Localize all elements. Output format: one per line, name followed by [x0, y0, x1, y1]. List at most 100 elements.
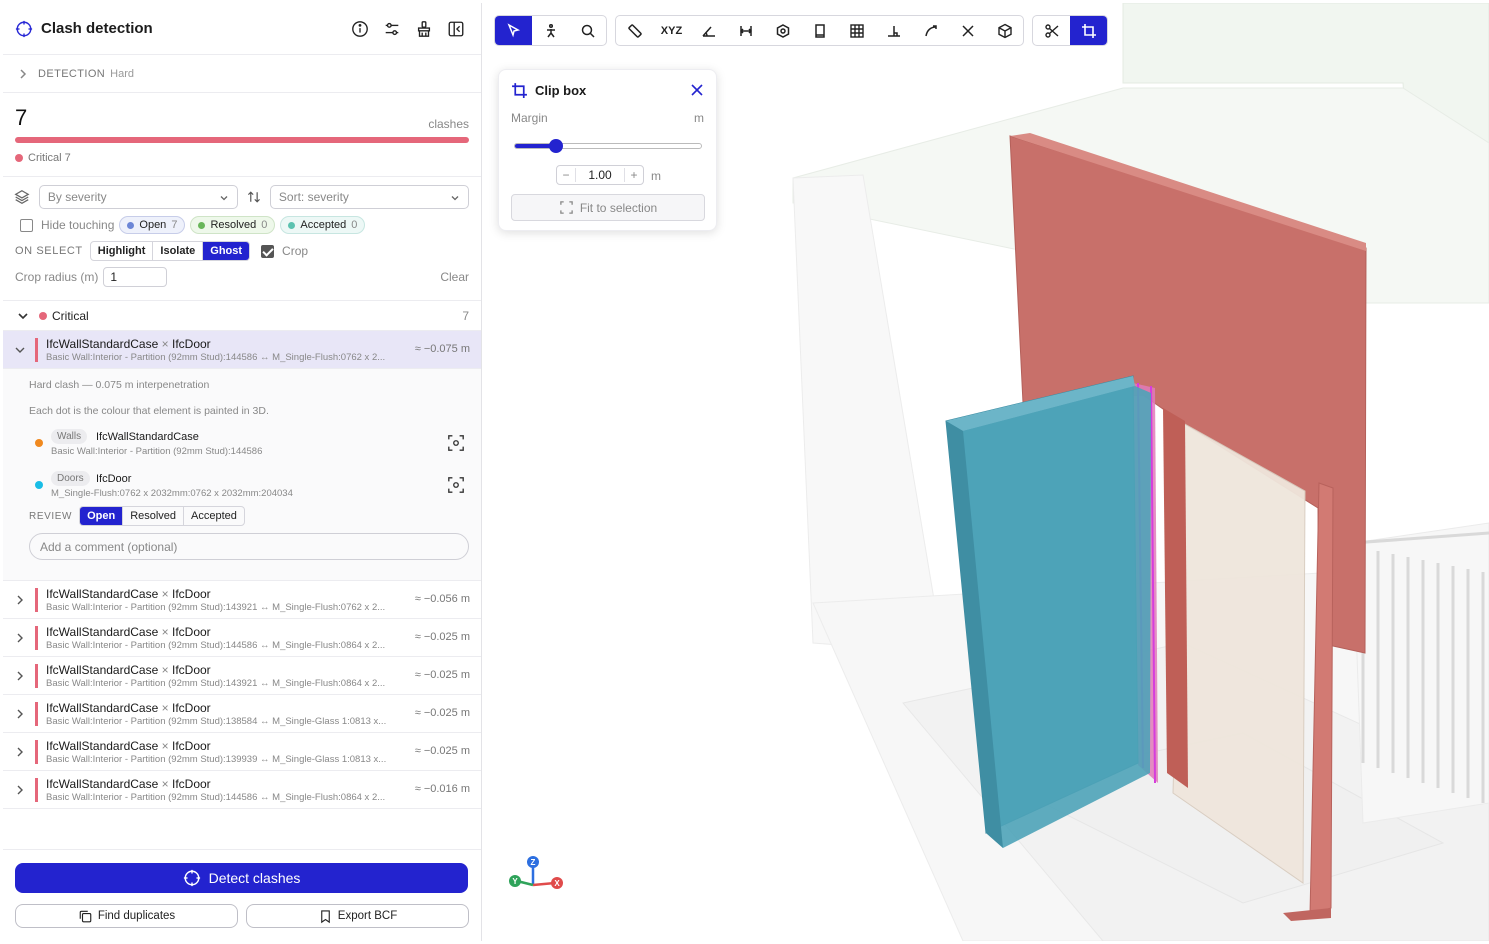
- clash-element-a: IfcWallStandardCase: [46, 701, 159, 715]
- clash-distance: ≈ −0.025 m: [414, 707, 470, 719]
- clash-count: 7: [15, 105, 28, 130]
- clash-row[interactable]: IfcWallStandardCase × IfcDoor Basic Wall…: [3, 581, 481, 619]
- element-color-dot: [35, 481, 43, 489]
- detection-section-toggle[interactable]: DETECTION Hard: [3, 55, 481, 93]
- clash-distance: ≈ −0.056 m: [414, 593, 470, 605]
- severity-stripe: [35, 338, 38, 362]
- crop-checkbox[interactable]: [261, 244, 275, 258]
- chevron-down-icon: [451, 196, 459, 201]
- margin-value[interactable]: 1.00: [575, 168, 625, 182]
- comment-input[interactable]: Add a comment (optional): [29, 533, 469, 560]
- walk-tool[interactable]: [532, 16, 569, 45]
- export-bcf-label: Export BCF: [337, 910, 398, 922]
- clash-row[interactable]: IfcWallStandardCase × IfcDoor Basic Wall…: [3, 619, 481, 657]
- clash-element-a: IfcWallStandardCase: [46, 663, 159, 677]
- 3d-viewport[interactable]: XYZ Clip box Margin m − 1.00 + m Fit to …: [483, 3, 1489, 941]
- clash-description: Basic Wall:Interior - Partition (92mm St…: [46, 352, 386, 363]
- decrement-button[interactable]: −: [557, 168, 575, 182]
- review-accepted[interactable]: Accepted: [184, 507, 244, 525]
- clash-title: IfcWallStandardCase × IfcDoor: [46, 739, 211, 753]
- focus-element-icon[interactable]: [447, 476, 465, 494]
- export-bcf-button[interactable]: Export BCF: [246, 904, 469, 928]
- mode-ghost[interactable]: Ghost: [203, 242, 250, 260]
- clip-box-tool[interactable]: [1070, 16, 1107, 45]
- path-tool[interactable]: [912, 16, 949, 45]
- find-duplicates-button[interactable]: Find duplicates: [15, 904, 238, 928]
- fit-frame-icon: [560, 201, 573, 214]
- header-actions: [351, 20, 469, 38]
- coordinates-tool[interactable]: XYZ: [653, 16, 690, 45]
- review-open[interactable]: Open: [80, 507, 124, 525]
- crop-radius-label: Crop radius (m): [15, 270, 99, 284]
- stepper-unit: m: [651, 169, 661, 183]
- clash-row[interactable]: IfcWallStandardCase × IfcDoor Basic Wall…: [3, 771, 481, 809]
- area-tool[interactable]: [764, 16, 801, 45]
- clash-detail-summary: Hard clash — 0.075 m interpenetration: [29, 379, 210, 391]
- zoom-tool[interactable]: [569, 16, 606, 45]
- clash-detail-hint: Each dot is the colour that element is p…: [29, 405, 269, 417]
- close-icon[interactable]: [690, 83, 704, 97]
- collapse-panel-icon[interactable]: [447, 20, 465, 38]
- increment-button[interactable]: +: [625, 168, 643, 182]
- clash-row[interactable]: IfcWallStandardCase × IfcDoor Basic Wall…: [3, 695, 481, 733]
- clash-row[interactable]: IfcWallStandardCase × IfcDoor Basic Wall…: [3, 733, 481, 771]
- section-tool[interactable]: [801, 16, 838, 45]
- navigation-tools: [494, 15, 607, 46]
- chevron-down-icon: [18, 312, 28, 319]
- perpendicular-tool[interactable]: [875, 16, 912, 45]
- margin-stepper: − 1.00 +: [556, 165, 644, 185]
- angle-tool[interactable]: [690, 16, 727, 45]
- clash-row[interactable]: IfcWallStandardCase × IfcDoor Basic Wall…: [3, 657, 481, 695]
- grid-tool[interactable]: [838, 16, 875, 45]
- scissors-tool[interactable]: [1033, 16, 1070, 45]
- accepted-status-pill[interactable]: Accepted 0: [280, 216, 366, 234]
- clash-detail: Hard clash — 0.075 m interpenetration Ea…: [3, 369, 481, 581]
- hide-touching-checkbox[interactable]: [20, 218, 33, 232]
- accepted-pill-count: 0: [351, 219, 358, 231]
- clear-measure-tool[interactable]: [949, 16, 986, 45]
- clash-count-label: clashes: [428, 117, 469, 131]
- review-resolved[interactable]: Resolved: [123, 507, 185, 525]
- crop-radius-input[interactable]: 1: [103, 267, 168, 287]
- zoom-icon: [581, 24, 595, 38]
- clash-summary: 7 clashes Critical 7: [3, 93, 481, 177]
- focus-element-icon[interactable]: [447, 434, 465, 452]
- margin-slider[interactable]: [514, 139, 702, 153]
- open-status-pill[interactable]: Open 7: [119, 216, 186, 234]
- clash-row[interactable]: IfcWallStandardCase × IfcDoor Basic Wall…: [3, 331, 481, 369]
- measure-icon: [627, 23, 642, 38]
- sort-select[interactable]: Sort: severity: [269, 185, 469, 209]
- fit-to-selection-button[interactable]: Fit to selection: [511, 194, 705, 221]
- element-color-dot: [35, 439, 43, 447]
- clash-element-b: IfcDoor: [171, 663, 211, 677]
- group-by-select[interactable]: By severity: [38, 185, 238, 209]
- clash-element-a: IfcWallStandardCase: [46, 739, 159, 753]
- layers-icon: [14, 190, 30, 204]
- distance-tool[interactable]: [727, 16, 764, 45]
- review-status: Open Resolved Accepted: [79, 506, 245, 526]
- detection-level: Hard: [110, 67, 134, 80]
- clash-element-b: IfcDoor: [171, 739, 211, 753]
- clean-brush-icon[interactable]: [415, 20, 433, 38]
- detect-clashes-button[interactable]: Detect clashes: [15, 863, 468, 893]
- on-select-mode: Highlight Isolate Ghost: [89, 241, 251, 261]
- select-tool[interactable]: [495, 16, 532, 45]
- info-icon[interactable]: [351, 20, 369, 38]
- margin-slider-handle[interactable]: [548, 139, 563, 153]
- cube-tool[interactable]: [986, 16, 1023, 45]
- walk-icon: [546, 23, 555, 37]
- severity-bar: [15, 137, 469, 143]
- mode-highlight[interactable]: Highlight: [91, 242, 154, 260]
- panel-header: Clash detection: [3, 3, 481, 55]
- clash-description: Basic Wall:Interior - Partition (92mm St…: [46, 754, 387, 765]
- resolved-dot: [198, 221, 206, 229]
- mode-isolate[interactable]: Isolate: [153, 242, 204, 260]
- severity-legend: Critical 7: [15, 152, 469, 164]
- measure-tool[interactable]: [616, 16, 653, 45]
- resolved-status-pill[interactable]: Resolved 0: [190, 216, 276, 234]
- severity-group-critical[interactable]: Critical 7: [3, 301, 481, 331]
- settings-sliders-icon[interactable]: [383, 20, 401, 38]
- clash-distance: ≈ −0.025 m: [414, 631, 470, 643]
- sort-direction-icon[interactable]: [246, 189, 262, 205]
- clear-button[interactable]: Clear: [440, 270, 469, 284]
